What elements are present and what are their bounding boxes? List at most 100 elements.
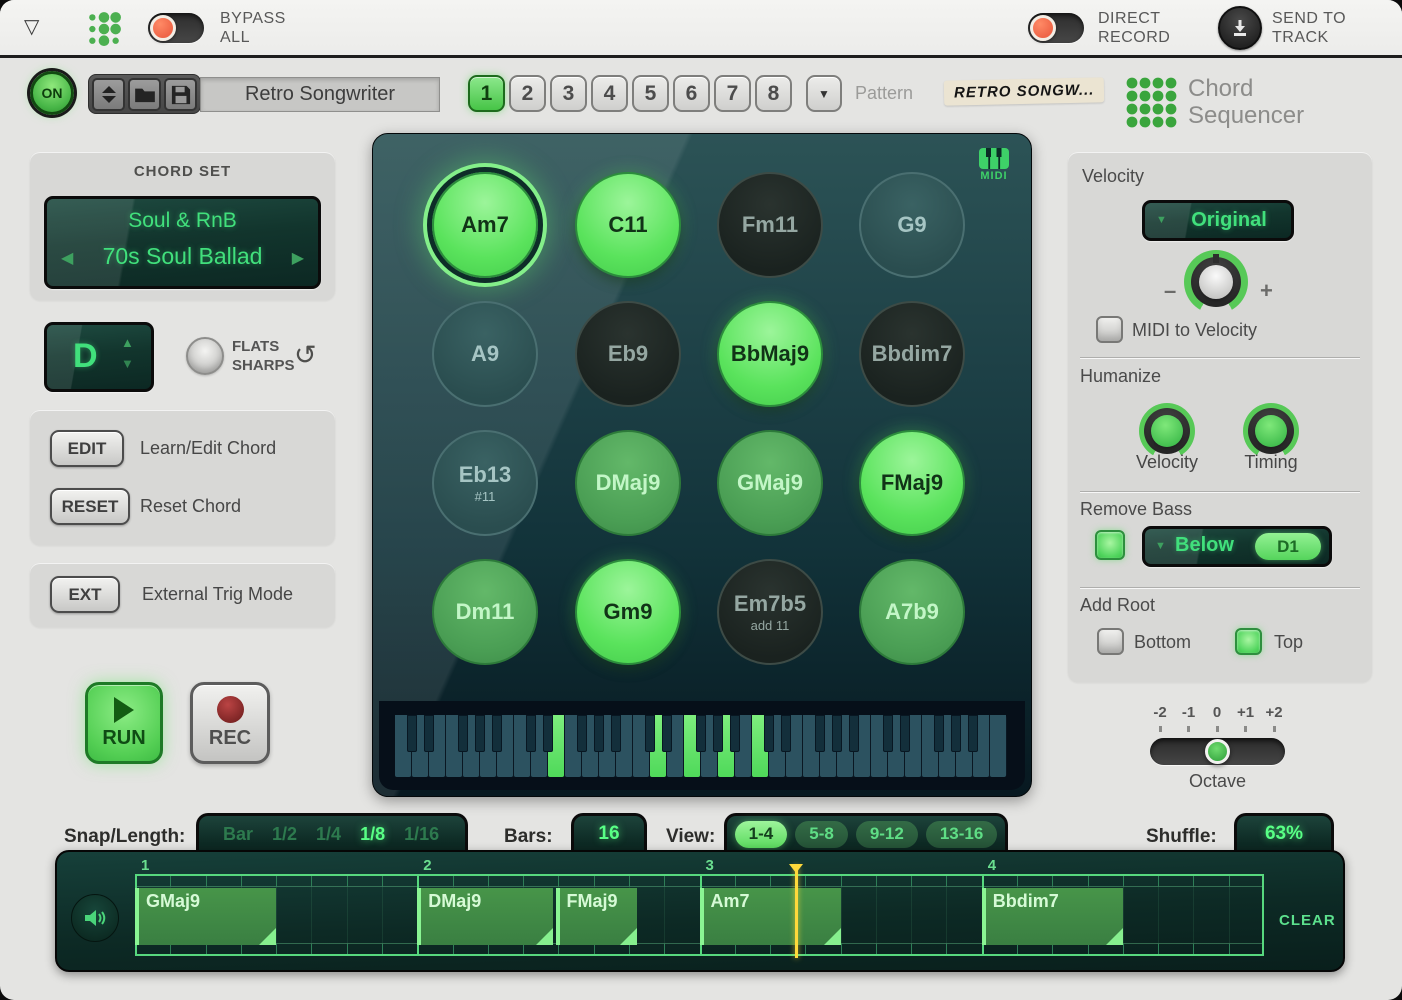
humanize-velocity-knob[interactable] (1139, 403, 1195, 459)
pattern-button-5[interactable]: 5 (632, 75, 669, 112)
chord-pad-G9[interactable]: G9 (859, 172, 965, 278)
chord-pad-Em7b5[interactable]: Em7b5add 11 (717, 559, 823, 665)
key-down-arrow[interactable]: ▼ (121, 356, 134, 371)
piano-key-black-21[interactable] (764, 715, 774, 752)
chord-pad-BbMaj9[interactable]: BbMaj9 (717, 301, 823, 407)
piano-key-black-11[interactable] (594, 715, 604, 752)
chord-pad-Gm9[interactable]: Gm9 (575, 559, 681, 665)
pattern-button-4[interactable]: 4 (591, 75, 628, 112)
piano-key-black-29[interactable] (900, 715, 910, 752)
menu-chevron-icon[interactable]: ▽ (24, 14, 39, 39)
piano-key-black-4[interactable] (475, 715, 485, 752)
add-root-bottom-checkbox[interactable] (1097, 628, 1124, 655)
preset-prev-next-stepper[interactable] (92, 78, 125, 111)
load-preset-button[interactable] (128, 78, 161, 111)
chord-pad-DMaj9[interactable]: DMaj9 (575, 430, 681, 536)
chord-pad-GMaj9[interactable]: GMaj9 (717, 430, 823, 536)
view-option-1-4[interactable]: 1-4 (735, 821, 788, 848)
piano-key-black-3[interactable] (458, 715, 468, 752)
audition-button[interactable] (71, 894, 119, 942)
piano-key-black-8[interactable] (543, 715, 553, 752)
octave-slider-thumb[interactable] (1205, 739, 1230, 764)
piano-key-black-5[interactable] (492, 715, 502, 752)
piano-key-black-31[interactable] (934, 715, 944, 752)
snap-option-1-2[interactable]: 1/2 (272, 824, 297, 845)
bars-value-tab[interactable]: 16 (571, 813, 647, 852)
snap-option-1-8[interactable]: 1/8 (360, 824, 385, 845)
chord-set-next-arrow[interactable]: ▶ (292, 248, 304, 268)
chord-set-prev-arrow[interactable]: ◀ (61, 248, 73, 268)
flats-sharps-button[interactable] (186, 337, 224, 375)
run-button[interactable]: RUN (85, 682, 163, 764)
edit-chord-button[interactable]: EDIT (50, 430, 124, 467)
piano-key-black-22[interactable] (781, 715, 791, 752)
humanize-timing-knob[interactable] (1243, 403, 1299, 459)
pattern-button-2[interactable]: 2 (509, 75, 546, 112)
piano-key-black-19[interactable] (730, 715, 740, 752)
add-root-top-checkbox[interactable] (1235, 628, 1262, 655)
chord-pad-Fm11[interactable]: Fm11 (717, 172, 823, 278)
remove-bass-dropdown[interactable]: ▼ Below D1 (1142, 526, 1332, 567)
timeline-block-Am7[interactable]: Am7 (700, 888, 841, 945)
piano-key-black-15[interactable] (662, 715, 672, 752)
chord-pad-A7b9[interactable]: A7b9 (859, 559, 965, 665)
piano-key-black-33[interactable] (968, 715, 978, 752)
piano-key-black-7[interactable] (526, 715, 536, 752)
remove-bass-note[interactable]: D1 (1255, 533, 1321, 560)
view-option-5-8[interactable]: 5-8 (795, 821, 848, 848)
rec-button[interactable]: REC (190, 682, 270, 764)
view-option-13-16[interactable]: 13-16 (926, 821, 997, 848)
timeline-block-Bbdim7[interactable]: Bbdim7 (982, 888, 1123, 945)
pattern-button-3[interactable]: 3 (550, 75, 587, 112)
direct-record-toggle[interactable] (1028, 13, 1084, 43)
remove-bass-checkbox[interactable] (1095, 530, 1125, 560)
key-up-arrow[interactable]: ▲ (121, 335, 134, 350)
piano-key-black-10[interactable] (577, 715, 587, 752)
reset-chord-button[interactable]: RESET (50, 488, 130, 525)
chord-pad-Dm11[interactable]: Dm11 (432, 559, 538, 665)
pattern-button-8[interactable]: 8 (755, 75, 792, 112)
piano-key-black-26[interactable] (849, 715, 859, 752)
velocity-knob[interactable] (1184, 250, 1248, 314)
preset-name-field[interactable]: Retro Songwriter (200, 77, 440, 112)
piano-key-black-14[interactable] (645, 715, 655, 752)
piano-key-black-18[interactable] (713, 715, 723, 752)
playhead[interactable] (795, 865, 798, 958)
piano-key-black-17[interactable] (696, 715, 706, 752)
snap-option-1-16[interactable]: 1/16 (404, 824, 439, 845)
bypass-all-toggle[interactable] (148, 13, 204, 43)
save-preset-button[interactable] (164, 78, 197, 111)
external-trig-button[interactable]: EXT (50, 576, 120, 613)
piano-key-black-12[interactable] (611, 715, 621, 752)
chord-pad-Bbdim7[interactable]: Bbdim7 (859, 301, 965, 407)
piano-key-black-24[interactable] (815, 715, 825, 752)
midi-to-velocity-checkbox[interactable] (1096, 316, 1123, 343)
pattern-button-6[interactable]: 6 (673, 75, 710, 112)
chord-pad-A9[interactable]: A9 (432, 301, 538, 407)
pattern-button-7[interactable]: 7 (714, 75, 751, 112)
on-button[interactable]: ON (30, 71, 74, 115)
timeline-grid[interactable]: 1234GMaj9DMaj9FMaj9Am7Bbdim7 (135, 874, 1264, 956)
piano-key-black-32[interactable] (951, 715, 961, 752)
chord-pad-Eb9[interactable]: Eb9 (575, 301, 681, 407)
piano-key-black-1[interactable] (424, 715, 434, 752)
pattern-dropdown-button[interactable]: ▼ (806, 75, 842, 112)
piano-key-black-28[interactable] (883, 715, 893, 752)
clear-button[interactable]: CLEAR (1279, 912, 1336, 929)
timeline-block-DMaj9[interactable]: DMaj9 (417, 888, 552, 945)
send-to-track-button[interactable] (1218, 6, 1262, 50)
piano-key-black-25[interactable] (832, 715, 842, 752)
velocity-mode-dropdown[interactable]: ▼ Original (1142, 200, 1294, 241)
pattern-name-tag[interactable]: RETRO SONGW... (944, 77, 1105, 105)
snap-option-1-4[interactable]: 1/4 (316, 824, 341, 845)
view-option-9-12[interactable]: 9-12 (856, 821, 918, 848)
pattern-button-1[interactable]: 1 (468, 75, 505, 112)
piano-key-black-0[interactable] (407, 715, 417, 752)
chord-set-display[interactable]: Soul & RnB 70s Soul Ballad ◀ ▶ (44, 196, 321, 289)
timeline-block-GMaj9[interactable]: GMaj9 (135, 888, 276, 945)
chord-pad-C11[interactable]: C11 (575, 172, 681, 278)
snap-option-Bar[interactable]: Bar (223, 824, 253, 845)
chord-pad-Eb13[interactable]: Eb13#11 (432, 430, 538, 536)
chord-pad-FMaj9[interactable]: FMaj9 (859, 430, 965, 536)
chord-pad-Am7[interactable]: Am7 (432, 172, 538, 278)
